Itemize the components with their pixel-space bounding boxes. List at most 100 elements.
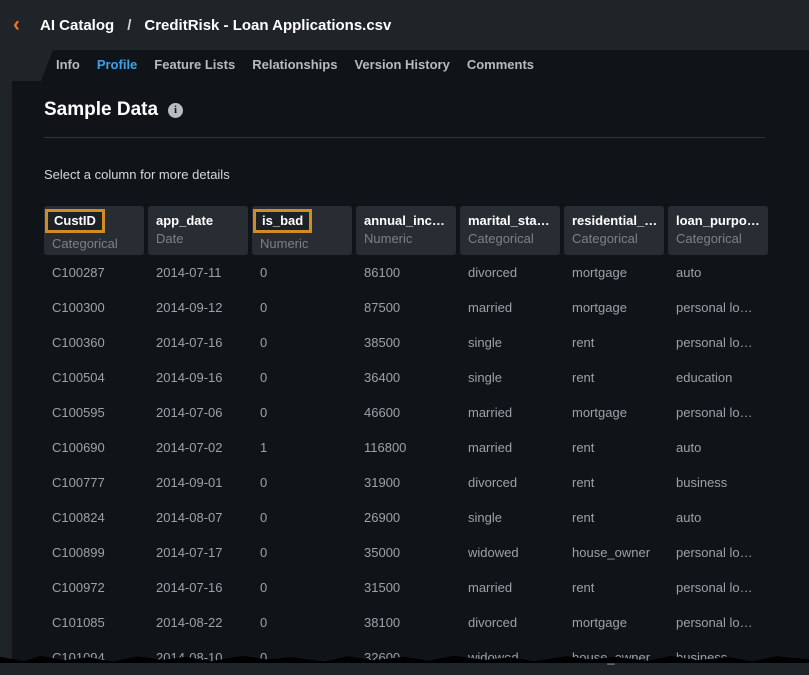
table-cell: 0	[252, 335, 352, 350]
table-cell: auto	[668, 440, 768, 455]
table-cell: rent	[564, 510, 664, 525]
table-cell: single	[460, 370, 560, 385]
table-row: C1010852014-08-22038100divorcedmortgagep…	[44, 605, 768, 640]
column-header-residential[interactable]: residential_… Categorical	[564, 206, 664, 255]
column-header-loan-purpo[interactable]: loan_purpo… Categorical	[668, 206, 768, 255]
table-cell: personal lo…	[668, 405, 768, 420]
column-name: loan_purpo…	[676, 213, 760, 228]
table-cell: mortgage	[564, 615, 664, 630]
table-row: C1009722014-07-16031500marriedrentperson…	[44, 570, 768, 605]
tab-comments[interactable]: Comments	[467, 57, 534, 72]
table-cell: divorced	[460, 265, 560, 280]
table-cell: 46600	[356, 405, 456, 420]
tab-feature-lists[interactable]: Feature Lists	[154, 57, 235, 72]
table-row: C1003002014-09-12087500marriedmortgagepe…	[44, 290, 768, 325]
column-type-label: Categorical	[572, 231, 656, 246]
back-chevron-icon[interactable]: ‹	[13, 14, 20, 35]
table-cell: 26900	[356, 510, 456, 525]
table-row: C100777 2014-09-01 0 31900 divorced rent busin…	[44, 465, 768, 500]
table-cell: married	[460, 300, 560, 315]
table-cell: single	[460, 510, 560, 525]
column-name: annual_inc…	[364, 213, 448, 228]
table-cell: business	[668, 475, 768, 490]
table-cell: rent	[564, 370, 664, 385]
table-cell: C100824	[44, 510, 144, 525]
table-cell: 2014-09-01	[148, 475, 248, 490]
table-cell: 0	[252, 300, 352, 315]
table-cell: 2014-07-17	[148, 545, 248, 560]
table-cell: house_owner	[564, 545, 664, 560]
table-cell: personal lo…	[668, 335, 768, 350]
table-cell: 86100	[356, 265, 456, 280]
table-row: C1008242014-08-07026900singlerentauto	[44, 500, 768, 535]
table-cell: C100690	[44, 440, 144, 455]
table-header-row: CustIDCategoricalapp_dateDateis_badNumer…	[44, 206, 768, 255]
table-cell: rent	[564, 335, 664, 350]
table-cell: 2014-07-02	[148, 440, 248, 455]
table-cell: 31500	[356, 580, 456, 595]
tab-info[interactable]: Info	[56, 57, 80, 72]
table-cell: 2014-07-11	[148, 265, 248, 280]
table-cell: 2014-09-12	[148, 300, 248, 315]
breadcrumb-current-item: CreditRisk - Loan Applications.csv	[144, 17, 391, 34]
column-type-label: Categorical	[468, 231, 552, 246]
table-cell: C100287	[44, 265, 144, 280]
table-cell: C100360	[44, 335, 144, 350]
table-cell: 116800	[356, 440, 456, 455]
table-cell: mortgage	[564, 300, 664, 315]
table-row: C100595 2014-07-06 0 46600 married mortgage pe…	[44, 395, 768, 430]
column-type-label: Categorical	[676, 231, 760, 246]
table-cell: 0	[252, 615, 352, 630]
table-cell: 31900	[356, 475, 456, 490]
table-cell: mortgage	[564, 405, 664, 420]
tab-version-history[interactable]: Version History	[354, 57, 449, 72]
table-cell: 0	[252, 475, 352, 490]
table-cell: C100777	[44, 475, 144, 490]
table-cell: divorced	[460, 615, 560, 630]
breadcrumb-separator: /	[127, 17, 131, 34]
tab-relationships[interactable]: Relationships	[252, 57, 337, 72]
table-cell: 0	[252, 545, 352, 560]
table-cell: C100300	[44, 300, 144, 315]
table-cell: married	[460, 580, 560, 595]
info-icon[interactable]: i	[168, 103, 183, 118]
table-cell: divorced	[460, 475, 560, 490]
table-body: C100287 2014-07-11 0 86100 divorced mortgage a…	[44, 255, 768, 675]
column-type-label: Categorical	[52, 236, 136, 251]
table-cell: rent	[564, 475, 664, 490]
breadcrumb-ai-catalog[interactable]: AI Catalog	[40, 17, 114, 34]
table-cell: 2014-08-07	[148, 510, 248, 525]
table-cell: married	[460, 405, 560, 420]
table-cell: 38100	[356, 615, 456, 630]
table-row: C1008992014-07-17035000widowedhouse_owne…	[44, 535, 768, 570]
page-title: Sample Data i	[44, 99, 183, 121]
table-cell: rent	[564, 440, 664, 455]
table-cell: education	[668, 370, 768, 385]
table-cell: C100899	[44, 545, 144, 560]
column-name: app_date	[156, 213, 240, 228]
column-header-marital-sta[interactable]: marital_sta…Categorical	[460, 206, 560, 255]
table-cell: C100972	[44, 580, 144, 595]
table-cell: 0	[252, 265, 352, 280]
table-cell: C100504	[44, 370, 144, 385]
column-header-is-bad[interactable]: is_badNumeric	[252, 206, 352, 255]
table-cell: 2014-07-06	[148, 405, 248, 420]
table-cell: 0	[252, 405, 352, 420]
section-title-text: Sample Data	[44, 99, 158, 121]
table-cell: auto	[668, 510, 768, 525]
column-header-custid[interactable]: CustIDCategorical	[44, 206, 144, 255]
table-cell: 0	[252, 580, 352, 595]
column-header-app-date[interactable]: app_dateDate	[148, 206, 248, 255]
table-cell: 2014-07-16	[148, 580, 248, 595]
column-name: residential_…	[572, 213, 656, 228]
table-cell: mortgage	[564, 265, 664, 280]
table-row: C1003602014-07-16038500singlerentpersona…	[44, 325, 768, 360]
column-type-label: Numeric	[260, 236, 344, 251]
table-cell: 1	[252, 440, 352, 455]
table-cell: personal lo…	[668, 615, 768, 630]
column-header-annual-inc[interactable]: annual_inc…Numeric	[356, 206, 456, 255]
section-divider	[44, 137, 765, 138]
tab-profile[interactable]: Profile	[97, 57, 137, 72]
table-cell: C100595	[44, 405, 144, 420]
table-cell: 2014-08-22	[148, 615, 248, 630]
